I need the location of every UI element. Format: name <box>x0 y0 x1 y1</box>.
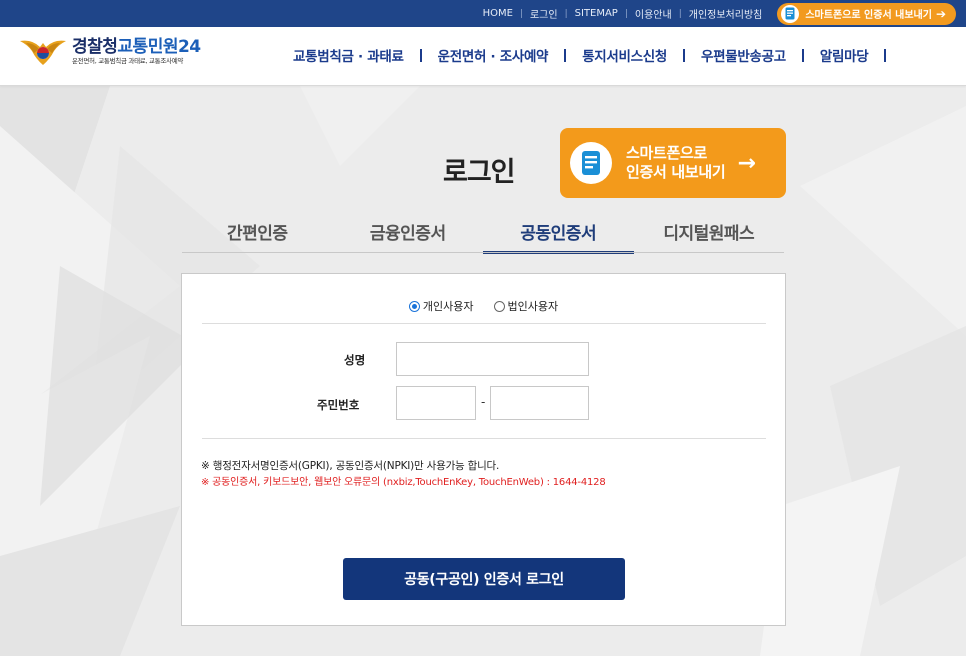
radio-checked-icon <box>408 300 420 312</box>
export-banner-line2: 인증서 내보내기 <box>626 163 726 181</box>
export-banner-text: 스마트폰으로 인증서 내보내기 <box>626 144 726 182</box>
export-certificate-label: 스마트폰으로 인증서 내보내기 <box>805 10 932 21</box>
divider <box>202 438 766 439</box>
radio-corporate[interactable]: 법인사용자 <box>493 298 559 314</box>
radio-corporate-label: 법인사용자 <box>507 300 559 313</box>
site-logo[interactable]: 경찰청교통민원24 운전면허, 교통범칙금 과태료, 교통조사예약 <box>18 37 201 69</box>
export-certificate-banner[interactable]: 스마트폰으로 인증서 내보내기 → <box>560 128 786 198</box>
guide-link[interactable]: 이용안내 <box>628 6 679 21</box>
nav-divider <box>801 48 804 62</box>
smartphone-icon <box>570 142 612 184</box>
police-emblem-icon <box>20 40 66 65</box>
main-navigation: 교통범칙금 · 과태료 운전면허 · 조사예약 통지서비스신청 우편물반송공고 … <box>293 44 902 66</box>
nav-fines[interactable]: 교통범칙금 · 과태료 <box>293 45 404 65</box>
utility-links: HOME | 로그인 | SITEMAP | 이용안내 | 개인정보처리방침 <box>476 6 770 21</box>
tab-divider <box>182 252 784 253</box>
user-type-radios: 개인사용자 법인사용자 <box>182 298 785 314</box>
tab-digital-onepass[interactable]: 디지털원패스 <box>634 214 785 254</box>
certificate-login-button[interactable]: 공동(구공인) 인증서 로그인 <box>343 558 625 600</box>
rrn-label: 주민번호 <box>317 398 360 412</box>
arrow-right-icon: → <box>737 150 756 176</box>
nav-license[interactable]: 운전면허 · 조사예약 <box>438 45 549 65</box>
name-label: 성명 <box>344 353 366 367</box>
support-notice: ※ 공동인증서, 키보드보안, 웹보안 오류문의 (nxbiz,TouchEnK… <box>201 477 606 488</box>
sitemap-link[interactable]: SITEMAP <box>568 8 625 19</box>
name-input[interactable] <box>396 342 589 376</box>
logo-title: 경찰청교통민원24 <box>72 37 201 57</box>
login-panel: 개인사용자 법인사용자 성명 주민번호 - ※ 행정전자서명인증서(GPKI),… <box>181 273 786 626</box>
export-certificate-button[interactable]: 스마트폰으로 인증서 내보내기 ➔ <box>777 2 956 25</box>
radio-personal-label: 개인사용자 <box>422 300 474 313</box>
rrn-back-input[interactable] <box>490 386 589 420</box>
nav-divider <box>564 48 567 62</box>
login-link[interactable]: 로그인 <box>523 6 565 21</box>
logo-title-service: 교통민원24 <box>117 37 201 57</box>
tab-simple-auth[interactable]: 간편인증 <box>182 214 333 254</box>
radio-personal[interactable]: 개인사용자 <box>408 298 474 314</box>
nav-divider <box>419 48 422 62</box>
rrn-front-input[interactable] <box>396 386 476 420</box>
radio-unchecked-icon <box>493 300 505 312</box>
export-banner-line1: 스마트폰으로 <box>626 144 708 162</box>
nav-notice[interactable]: 알림마당 <box>820 45 869 65</box>
tab-joint-cert[interactable]: 공동인증서 <box>483 214 634 254</box>
divider <box>202 323 766 324</box>
utility-bar: HOME | 로그인 | SITEMAP | 이용안내 | 개인정보처리방침 스… <box>0 0 966 27</box>
arrow-right-icon: ➔ <box>935 6 946 21</box>
logo-subtitle: 운전면허, 교통범칙금 과태료, 교통조사예약 <box>72 57 184 65</box>
nav-returned-mail[interactable]: 우편물반송공고 <box>701 45 786 65</box>
nav-divider <box>683 48 686 62</box>
logo-title-agency: 경찰청 <box>72 37 118 57</box>
certificate-notice: ※ 행정전자서명인증서(GPKI), 공동인증서(NPKI)만 사용가능 합니다… <box>201 460 500 472</box>
privacy-policy-link[interactable]: 개인정보처리방침 <box>682 6 770 21</box>
auth-tabs: 간편인증 금융인증서 공동인증서 디지털원패스 <box>182 214 784 254</box>
site-header: 경찰청교통민원24 운전면허, 교통범칙금 과태료, 교통조사예약 교통범칙금 … <box>0 27 966 86</box>
smartphone-icon <box>781 4 800 23</box>
home-link[interactable]: HOME <box>476 8 520 19</box>
nav-notification[interactable]: 통지서비스신청 <box>582 45 667 65</box>
nav-divider <box>884 48 887 62</box>
rrn-dash: - <box>481 395 486 409</box>
page-title: 로그인 <box>443 157 516 188</box>
tab-financial-cert[interactable]: 금융인증서 <box>333 214 484 254</box>
